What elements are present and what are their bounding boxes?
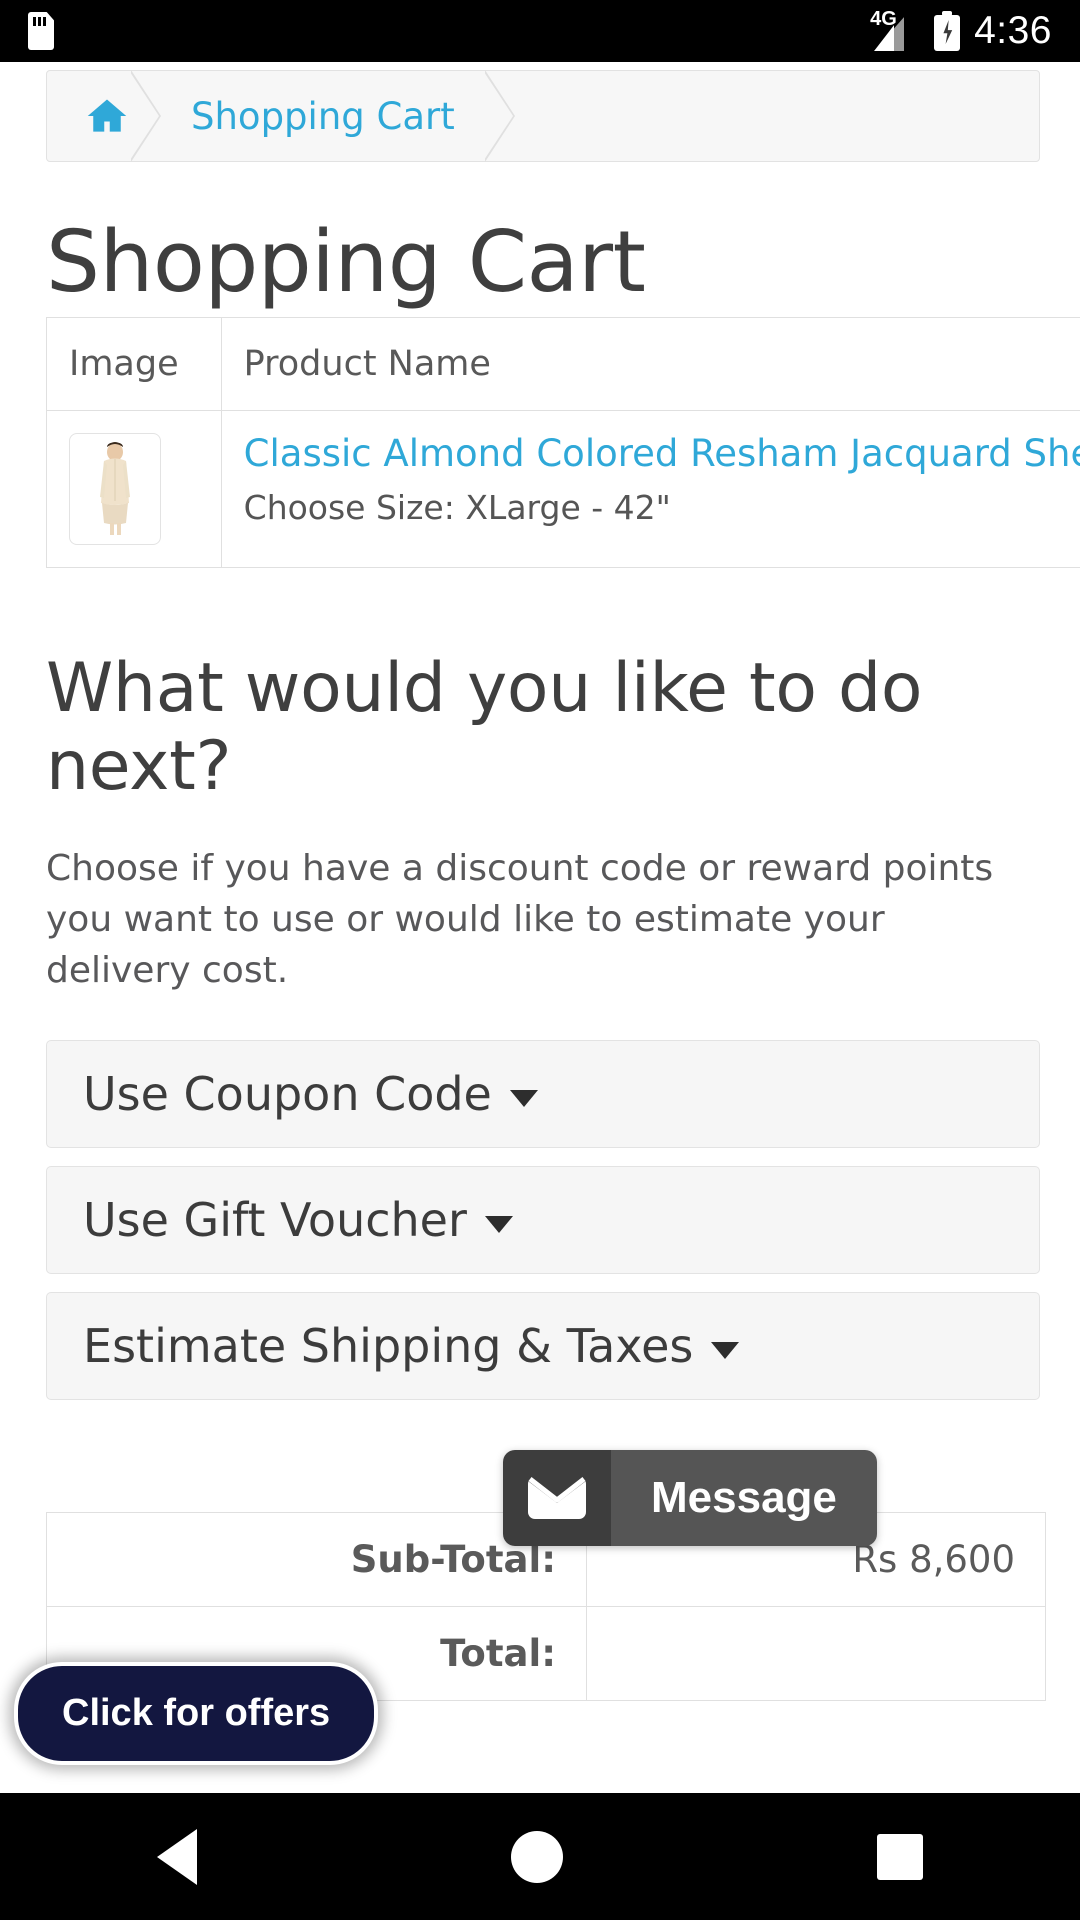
message-widget[interactable]: Message (503, 1450, 877, 1546)
product-thumbnail[interactable] (69, 433, 161, 545)
page-content: Shopping Cart Shopping Cart Image Produc… (0, 62, 1080, 1793)
breadcrumb-label: Shopping Cart (191, 94, 455, 138)
sherwani-figure-icon (100, 442, 130, 535)
panel-use-coupon-code[interactable]: Use Coupon Code (46, 1040, 1040, 1149)
next-section-heading: What would you like to do next? (46, 649, 923, 806)
cart-table-header-row: Image Product Name (46, 317, 1080, 411)
panel-label: Estimate Shipping & Taxes (83, 1319, 694, 1374)
cart-header-product-name: Product Name (220, 317, 1080, 411)
sd-card-icon (28, 12, 54, 50)
click-for-offers-button[interactable]: Click for offers (14, 1662, 379, 1765)
breadcrumb: Shopping Cart (46, 70, 1040, 162)
table-row: Classic Almond Colored Resham Jacquard S… (46, 410, 1080, 568)
phone-screen: 4G 4:36 Shopping Cart Shopping Cart Imag… (0, 0, 1080, 1920)
status-bar: 4G 4:36 (0, 0, 1080, 62)
cart-header-image: Image (46, 317, 222, 411)
envelope-icon (528, 1477, 586, 1519)
breadcrumb-separator-2 (483, 70, 515, 162)
page-title: Shopping Cart (46, 213, 646, 312)
message-label: Message (651, 1473, 837, 1522)
next-section-description: Choose if you have a discount code or re… (46, 848, 994, 992)
cart-table-head: Image Product Name (46, 317, 1080, 411)
cart-table: Image Product Name Classic Almond Colore… (46, 317, 1080, 568)
product-name-link[interactable]: Classic Almond Colored Resham Jacquard S… (244, 432, 1080, 476)
message-label-box[interactable]: Message (611, 1450, 877, 1546)
panel-label: Use Gift Voucher (83, 1193, 467, 1248)
breadcrumb-item-home[interactable] (47, 70, 131, 162)
cart-cell-image (46, 410, 222, 568)
signal-bars-icon: 4G (870, 9, 920, 51)
recents-square-icon[interactable] (877, 1833, 923, 1880)
chevron-down-icon (509, 1089, 538, 1107)
network-type-label: 4G (870, 8, 897, 30)
battery-charging-icon (934, 11, 961, 51)
home-icon (87, 99, 127, 132)
status-bar-left (28, 12, 54, 50)
status-bar-right: 4G 4:36 (870, 9, 1052, 53)
status-bar-clock: 4:36 (974, 9, 1052, 52)
totals-value-total (586, 1606, 1046, 1702)
product-option-size: Choose Size: XLarge - 42" (243, 487, 671, 527)
android-nav-bar (0, 1793, 1080, 1920)
cart-table-body: Classic Almond Colored Resham Jacquard S… (46, 410, 1080, 568)
home-circle-icon[interactable] (511, 1830, 563, 1883)
panel-use-gift-voucher[interactable]: Use Gift Voucher (46, 1166, 1040, 1275)
panel-estimate-shipping-taxes[interactable]: Estimate Shipping & Taxes (46, 1292, 1040, 1401)
breadcrumb-separator-1 (130, 70, 161, 162)
breadcrumb-item-shopping-cart[interactable]: Shopping Cart (161, 70, 485, 162)
back-triangle-icon[interactable] (157, 1828, 197, 1885)
accordion-panels: Use Coupon Code Use Gift Voucher Estimat… (46, 1040, 1040, 1401)
chevron-down-icon (484, 1215, 513, 1233)
chevron-down-icon (711, 1341, 740, 1359)
cart-cell-product: Classic Almond Colored Resham Jacquard S… (220, 410, 1080, 568)
panel-label: Use Coupon Code (83, 1067, 492, 1122)
message-icon-box[interactable] (503, 1450, 611, 1546)
